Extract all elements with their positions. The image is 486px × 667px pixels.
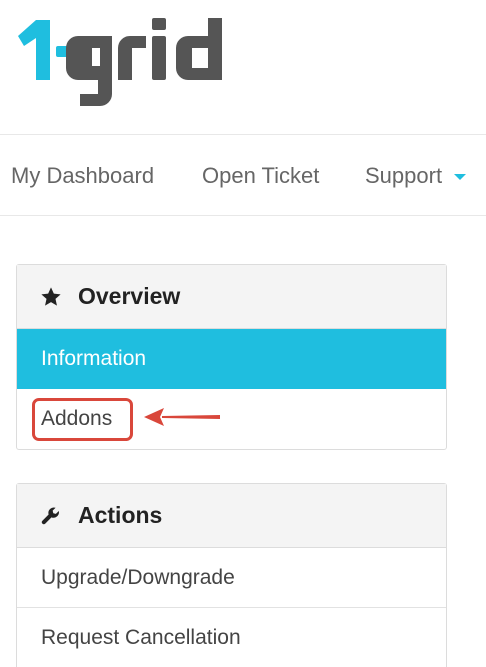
- sidebar-item-addons[interactable]: Addons: [17, 389, 446, 448]
- overview-panel: Overview Information Addons: [16, 264, 447, 450]
- actions-panel-header: Actions: [17, 484, 446, 548]
- nav-support-label: Support: [365, 163, 443, 188]
- pointer-arrow-icon: [144, 408, 220, 426]
- actions-panel: Actions Upgrade/Downgrade Request Cancel…: [16, 483, 447, 667]
- overview-panel-title: Overview: [78, 283, 181, 309]
- sidebar-item-upgrade-downgrade[interactable]: Upgrade/Downgrade: [17, 548, 446, 608]
- actions-panel-title: Actions: [78, 502, 163, 528]
- star-icon: [40, 286, 62, 308]
- chevron-down-icon: [454, 174, 467, 181]
- overview-panel-header: Overview: [17, 265, 446, 329]
- sidebar-item-label: Information: [41, 346, 147, 370]
- top-navigation: My Dashboard Open Ticket Support: [0, 134, 486, 216]
- logo-graphic: [18, 18, 222, 106]
- nav-support[interactable]: Support: [365, 163, 467, 189]
- sidebar-item-information[interactable]: Information: [17, 329, 446, 389]
- brand-logo[interactable]: [14, 14, 244, 114]
- sidebar-item-label: Addons: [41, 406, 113, 430]
- sidebar-item-label: Upgrade/Downgrade: [41, 565, 235, 589]
- wrench-icon: [40, 505, 62, 527]
- sidebar-item-label: Request Cancellation: [41, 626, 241, 649]
- nav-open-ticket[interactable]: Open Ticket: [202, 163, 319, 189]
- nav-my-dashboard[interactable]: My Dashboard: [11, 163, 154, 189]
- sidebar-item-request-cancellation[interactable]: Request Cancellation: [17, 608, 446, 667]
